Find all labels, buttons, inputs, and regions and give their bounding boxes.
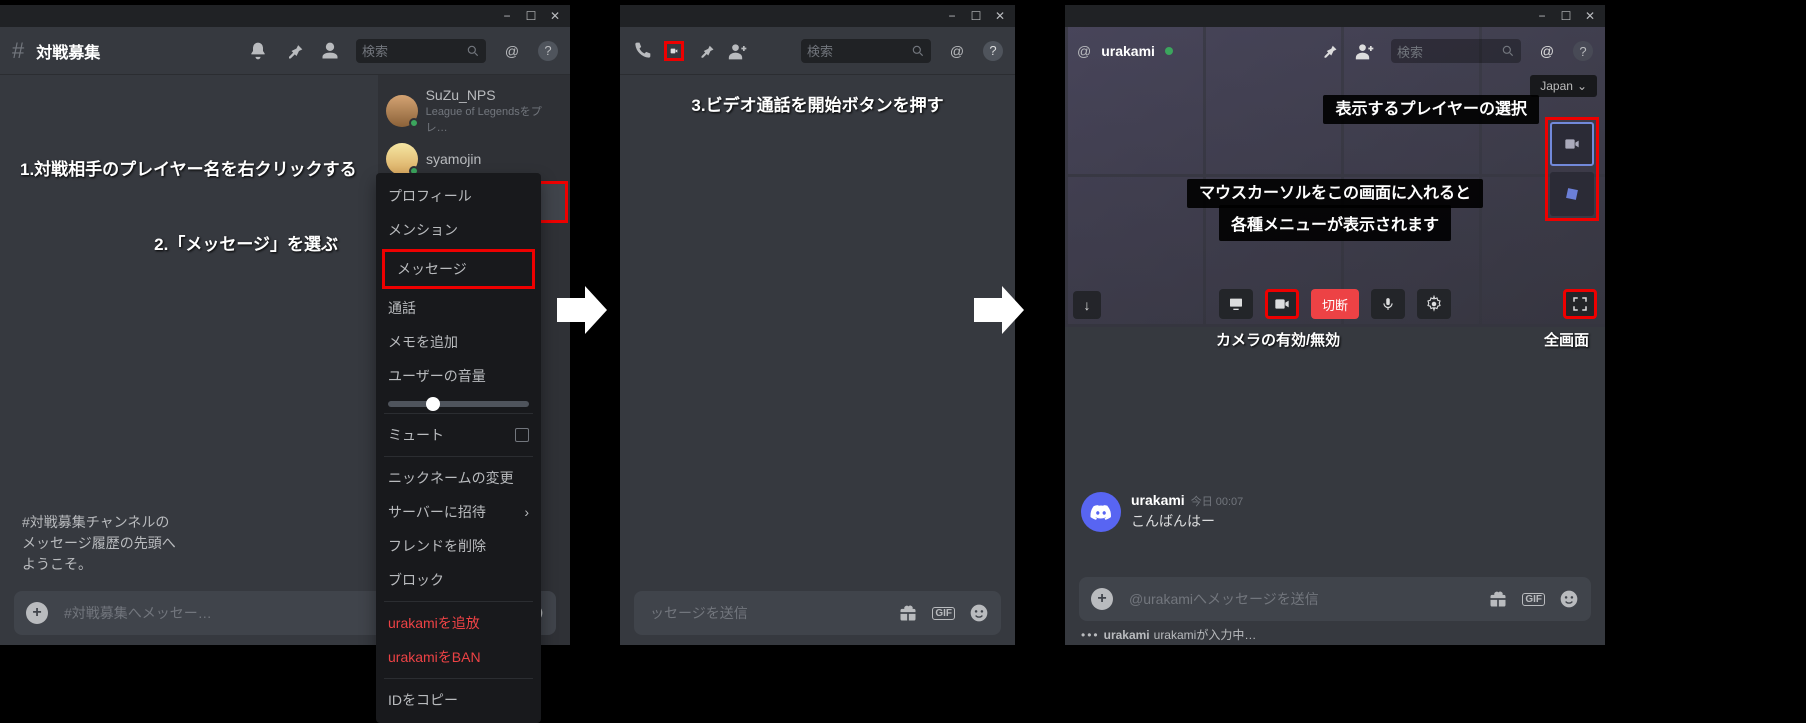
annotation-hover-1: マウスカーソルをこの画面に入れると	[1187, 179, 1483, 208]
msg-author[interactable]: urakami	[1131, 492, 1185, 508]
max-icon[interactable]: ☐	[969, 9, 983, 23]
ctx-note[interactable]: メモを追加	[376, 325, 541, 359]
emoji-icon[interactable]	[1559, 589, 1579, 609]
video-call-icon[interactable]	[664, 41, 684, 61]
min-icon[interactable]: −	[1535, 9, 1549, 23]
help-icon[interactable]: ?	[1573, 41, 1593, 61]
close-icon[interactable]: ✕	[993, 9, 1007, 23]
volume-slider[interactable]	[388, 401, 529, 407]
help-icon[interactable]: ?	[538, 41, 558, 61]
titlebar: − ☐ ✕	[0, 5, 570, 27]
avatar[interactable]	[1081, 492, 1121, 532]
search-input[interactable]: 検索	[1391, 39, 1521, 63]
channel-name: 対戦募集	[36, 39, 100, 63]
settings-button[interactable]	[1417, 289, 1451, 319]
instruction-1: 1.対戦相手のプレイヤー名を右クリックする	[20, 155, 358, 180]
member-item[interactable]: SuZu_NPSLeague of Legendsをプレ…	[378, 83, 570, 139]
attach-button[interactable]: +	[26, 602, 48, 624]
msg-time: 今日 00:07	[1191, 493, 1244, 509]
gift-icon[interactable]	[898, 603, 918, 623]
online-dot	[1165, 47, 1173, 55]
pin-icon[interactable]	[696, 41, 716, 61]
channel-welcome: #対戦募集チャンネルのメッセージ履歴の先頭へようこそ。	[22, 512, 178, 575]
instruction-2: 2.「メッセージ」を選ぶ	[20, 230, 358, 255]
message-input-bar: + @urakamiへメッセージを送信 GIF	[1079, 577, 1591, 621]
bell-icon[interactable]	[248, 41, 268, 61]
instruction-3: 3.ビデオ通話を開始ボタンを押す	[636, 91, 999, 116]
ctx-kick[interactable]: urakamiを追放	[376, 606, 541, 640]
help-icon[interactable]: ?	[983, 41, 1003, 61]
label-camera: カメラの有効/無効	[1216, 329, 1340, 350]
message-input[interactable]: ッセージを送信	[646, 603, 886, 623]
camera-toggle-button[interactable]	[1265, 289, 1299, 319]
hash-icon: #	[12, 38, 24, 64]
label-fullscreen: 全画面	[1544, 329, 1589, 350]
search-input[interactable]: 検索	[801, 39, 931, 63]
region-chip[interactable]: Japan⌄	[1530, 75, 1597, 97]
mention-icon[interactable]: @	[947, 41, 967, 61]
min-icon[interactable]: −	[500, 9, 514, 23]
ctx-block[interactable]: ブロック	[376, 563, 541, 597]
video-call-area: @ urakami 検索 @ ? Japan⌄ 表示するプレイヤーの選択 マウス…	[1065, 27, 1605, 327]
gif-button[interactable]: GIF	[1522, 593, 1545, 606]
ctx-ban[interactable]: urakamiをBAN	[376, 640, 541, 674]
chat-message: urakami 今日 00:07 こんばんはー	[1081, 492, 1589, 532]
attach-button[interactable]: +	[1091, 588, 1113, 610]
gift-icon[interactable]	[1488, 589, 1508, 609]
annotation-player-select: 表示するプレイヤーの選択	[1323, 95, 1539, 124]
ctx-mute[interactable]: ミュート	[376, 418, 541, 452]
ctx-call[interactable]: 通話	[376, 291, 541, 325]
max-icon[interactable]: ☐	[524, 9, 538, 23]
ctx-volume-label: ユーザーの音量	[376, 359, 541, 393]
search-input[interactable]: 検索	[356, 39, 486, 63]
channel-header: # 対戦募集 検索 @ ?	[0, 27, 570, 75]
add-friend-icon[interactable]	[1355, 41, 1375, 61]
typing-indicator: •••urakamiurakamiが入力中…	[1081, 626, 1256, 643]
fullscreen-button[interactable]	[1563, 289, 1597, 319]
titlebar: − ☐ ✕	[620, 5, 1015, 27]
dm-username: urakami	[1101, 43, 1155, 59]
members-icon[interactable]	[320, 41, 340, 61]
add-friend-icon[interactable]	[728, 41, 748, 61]
ctx-remove-friend[interactable]: フレンドを削除	[376, 529, 541, 563]
ctx-copy-id[interactable]: IDをコピー	[376, 683, 541, 717]
message-input[interactable]: @urakamiへメッセージを送信	[1125, 589, 1476, 609]
call-icon[interactable]	[632, 41, 652, 61]
mention-icon[interactable]: @	[502, 41, 522, 61]
emoji-icon[interactable]	[969, 603, 989, 623]
ctx-nickname[interactable]: ニックネームの変更	[376, 461, 541, 495]
ctx-mention[interactable]: メンション	[376, 213, 541, 247]
mention-icon[interactable]: @	[1537, 41, 1557, 61]
message-input-bar: ッセージを送信 GIF	[634, 591, 1001, 635]
close-icon[interactable]: ✕	[548, 9, 562, 23]
titlebar: − ☐ ✕	[1065, 5, 1605, 27]
ctx-message[interactable]: メッセージ	[382, 249, 535, 289]
pin-icon[interactable]	[1319, 41, 1339, 61]
screen-share-button[interactable]	[1219, 289, 1253, 319]
close-icon[interactable]: ✕	[1583, 9, 1597, 23]
user-context-menu: プロフィール メンション メッセージ 通話 メモを追加 ユーザーの音量 ミュート…	[376, 173, 541, 723]
pin-icon[interactable]	[284, 41, 304, 61]
annotation-hover-2: 各種メニューが表示されます	[1219, 205, 1451, 241]
mic-button[interactable]	[1371, 289, 1405, 319]
min-icon[interactable]: −	[945, 9, 959, 23]
gif-button[interactable]: GIF	[932, 607, 955, 620]
max-icon[interactable]: ☐	[1559, 9, 1573, 23]
disconnect-button[interactable]: 切断	[1311, 289, 1359, 319]
msg-body: こんばんはー	[1131, 511, 1243, 531]
dm-header: 検索 @ ?	[620, 27, 1015, 75]
ctx-profile[interactable]: プロフィール	[376, 179, 541, 213]
at-icon: @	[1077, 43, 1091, 59]
ctx-invite[interactable]: サーバーに招待›	[376, 495, 541, 529]
participant-thumb[interactable]	[1550, 122, 1594, 166]
